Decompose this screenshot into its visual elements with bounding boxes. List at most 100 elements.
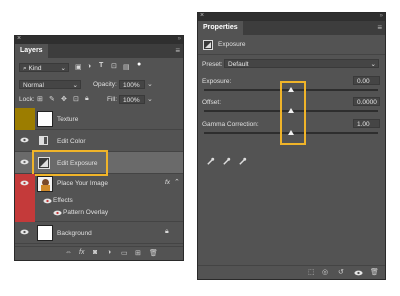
reset-icon[interactable]: ↺ — [338, 268, 344, 276]
filter-kind-select[interactable]: ⌕ Kind ⌄ — [19, 63, 69, 72]
adjustment-icon — [39, 136, 48, 145]
search-icon: ⌕ — [23, 65, 27, 72]
eye-icon[interactable] — [20, 159, 29, 165]
offset-label: Offset: — [202, 99, 222, 106]
layers-list: Texture Edit Color Edit Exposure Place Y… — [15, 108, 183, 248]
delete-icon[interactable]: 🗑︎ — [370, 268, 379, 276]
image-thumbnail — [37, 176, 53, 192]
chevron-down-icon: ⌄ — [370, 61, 376, 68]
fx-badge[interactable]: fx — [165, 179, 170, 186]
new-layer-icon[interactable]: ⊞ — [135, 249, 141, 257]
adjustment-header: Exposure — [198, 36, 385, 55]
collapse-icon[interactable]: » — [380, 13, 383, 19]
panel-menu-icon[interactable]: ≡ — [175, 46, 180, 55]
filter-toggle-icon[interactable]: ● — [137, 61, 141, 68]
layer-row-texture[interactable]: Texture — [15, 108, 183, 130]
new-adjustment-icon[interactable]: ◑ — [107, 249, 111, 256]
lock-transparent-icon[interactable]: ⊞ — [37, 95, 43, 103]
layer-name: Place Your Image — [57, 180, 108, 187]
gamma-value: 1.00 — [357, 121, 370, 128]
properties-tab-row: Properties ≡ — [198, 21, 385, 35]
opacity-label: Opacity: — [93, 81, 117, 88]
lock-position-icon[interactable]: ✥ — [61, 95, 67, 103]
properties-panel-topbar: × » — [198, 12, 385, 21]
adjustment-filter-icon[interactable]: ◑ — [87, 63, 91, 70]
eye-icon[interactable] — [20, 229, 29, 235]
adjustment-name: Exposure — [218, 41, 246, 48]
layer-name: Background — [57, 230, 92, 237]
black-point-eyedropper-icon[interactable] — [206, 157, 215, 166]
chevron-down-icon[interactable]: ⌄ — [147, 80, 153, 88]
offset-value-input[interactable]: 0.0000 — [353, 97, 380, 106]
effect-item-label: Pattern Overlay — [63, 209, 109, 216]
layers-panel-topbar: × » — [15, 35, 183, 44]
add-style-icon[interactable]: fx — [79, 249, 84, 256]
exposure-value-input[interactable]: 0.00 — [353, 76, 380, 85]
pixel-filter-icon[interactable]: ▣ — [75, 63, 82, 71]
eye-icon[interactable] — [20, 137, 29, 143]
offset-value: 0.0000 — [357, 99, 377, 106]
layers-panel: × » Layers ≡ ⌕ Kind ⌄ ▣ ◑ T ⊡ ▤ ● Normal… — [14, 35, 184, 261]
tab-layers[interactable]: Layers — [15, 44, 48, 58]
layers-tab-row: Layers ≡ — [15, 44, 183, 58]
opacity-input[interactable]: 100% — [119, 80, 145, 89]
layer-thumbnail — [37, 225, 53, 241]
link-layers-icon[interactable]: ⇔ — [65, 249, 72, 256]
exposure-icon — [203, 40, 213, 50]
fill-value: 100% — [123, 97, 140, 104]
smart-object-filter-icon[interactable]: ▤ — [123, 63, 130, 71]
chevron-down-icon: ⌄ — [60, 65, 66, 72]
add-mask-icon[interactable]: ◙ — [93, 249, 97, 256]
preset-value: Default — [228, 61, 249, 68]
view-previous-icon[interactable]: ◎ — [322, 268, 328, 276]
properties-footer: ⬚ ◎ ↺ 🗑︎ — [198, 265, 385, 279]
gray-point-eyedropper-icon[interactable] — [222, 157, 231, 166]
panel-menu-icon[interactable]: ≡ — [377, 23, 382, 32]
exposure-value: 0.00 — [357, 78, 370, 85]
layer-visibility-empty[interactable] — [15, 108, 35, 130]
blend-mode-select[interactable]: Normal ⌄ — [19, 80, 81, 89]
eye-icon[interactable] — [20, 180, 29, 186]
highlight-box — [280, 81, 306, 145]
layer-row-edit-exposure[interactable]: Edit Exposure — [15, 150, 183, 176]
type-filter-icon[interactable]: T — [99, 62, 103, 69]
collapse-icon[interactable]: » — [178, 36, 181, 42]
gamma-value-input[interactable]: 1.00 — [353, 119, 380, 128]
layer-group-place-your-image: Place Your Image fx ⌃ Effects Pattern Ov… — [15, 174, 183, 222]
eye-icon[interactable] — [53, 210, 62, 216]
delete-layer-icon[interactable]: 🗑︎ — [149, 249, 158, 257]
chevron-up-icon[interactable]: ⌃ — [174, 178, 180, 186]
layer-thumbnail — [37, 111, 53, 127]
tab-properties[interactable]: Properties — [198, 21, 243, 35]
layers-footer: ⇔ fx ◙ ◑ ▭ ⊞ 🗑︎ — [15, 246, 183, 260]
blend-mode-value: Normal — [23, 82, 44, 89]
preset-label: Preset: — [202, 61, 223, 68]
layer-name: Texture — [57, 116, 79, 123]
lock-all-icon[interactable]: 🔒︎ — [85, 95, 89, 103]
fill-label: Fill: — [107, 96, 118, 103]
layer-row-background[interactable]: Background 🔒︎ — [15, 222, 183, 244]
opacity-value: 100% — [123, 82, 140, 89]
lock-label: Lock: — [19, 96, 35, 103]
gamma-label: Gamma Correction: — [202, 121, 259, 128]
lock-icon: 🔒︎ — [165, 228, 169, 235]
shape-filter-icon[interactable]: ⊡ — [111, 62, 117, 70]
visibility-eye-icon[interactable] — [354, 270, 363, 276]
fill-input[interactable]: 100% — [119, 95, 145, 104]
lock-pixels-icon[interactable]: ✎ — [49, 95, 55, 103]
white-point-eyedropper-icon[interactable] — [238, 157, 247, 166]
eye-icon[interactable] — [43, 198, 52, 204]
new-group-icon[interactable]: ▭ — [121, 249, 128, 257]
close-icon[interactable]: × — [17, 35, 21, 42]
chevron-down-icon: ⌄ — [72, 82, 78, 89]
chevron-down-icon[interactable]: ⌄ — [147, 95, 153, 103]
clip-to-layer-icon[interactable]: ⬚ — [308, 268, 315, 276]
properties-panel: × » Properties ≡ Exposure Preset: Defaul… — [197, 12, 386, 280]
close-icon[interactable]: × — [200, 12, 204, 19]
exposure-label: Exposure: — [202, 78, 232, 85]
preset-select[interactable]: Default ⌄ — [224, 59, 379, 68]
artboard-icon[interactable]: ⊡ — [73, 95, 79, 103]
layer-name: Edit Color — [57, 138, 86, 145]
layer-row-edit-color[interactable]: Edit Color — [15, 130, 183, 152]
filter-kind-label: Kind — [28, 65, 42, 72]
